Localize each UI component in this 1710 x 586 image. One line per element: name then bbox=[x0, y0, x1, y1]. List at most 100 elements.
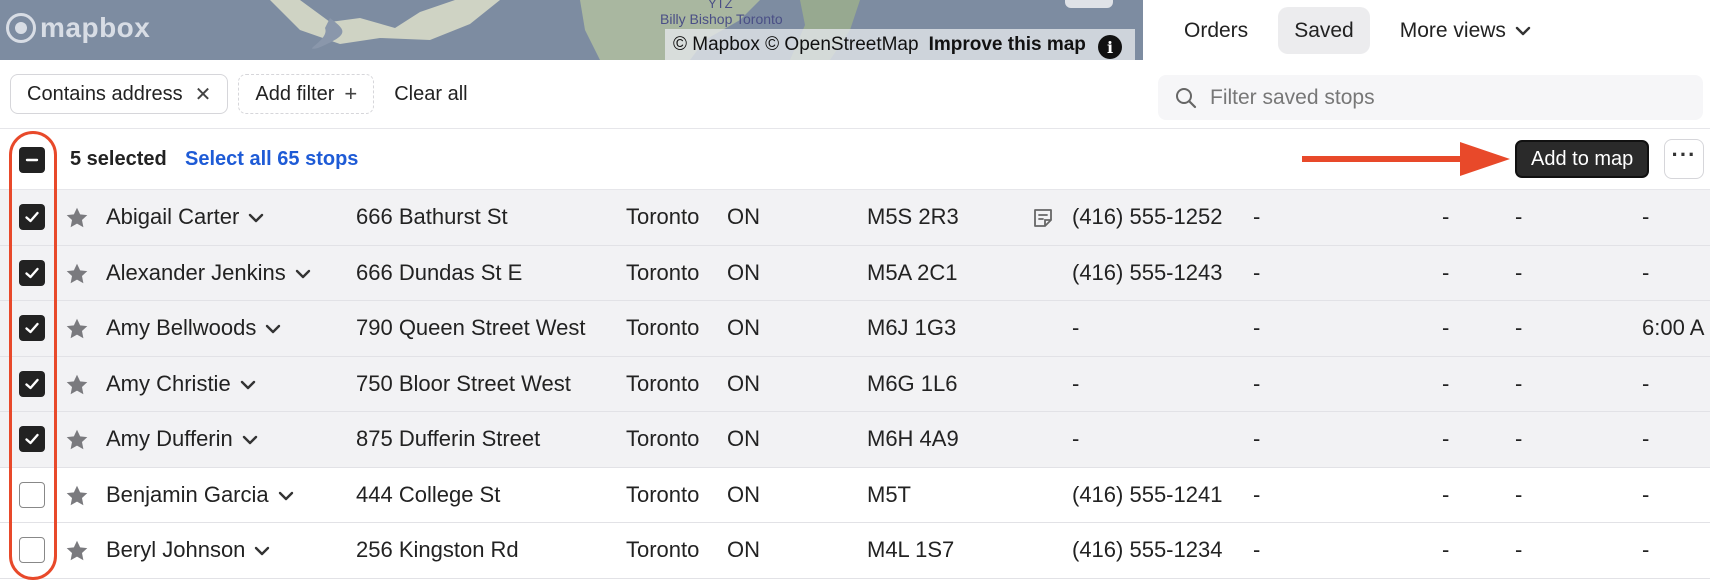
row-checkbox[interactable] bbox=[19, 537, 45, 563]
check-icon bbox=[25, 211, 39, 223]
close-icon[interactable]: ✕ bbox=[195, 82, 212, 107]
postal-code-cell: M5A 2C1 bbox=[867, 259, 958, 285]
table-row[interactable]: Alexander Jenkins 666 Dundas St E Toronto O… bbox=[0, 245, 1710, 301]
chevron-down-icon[interactable] bbox=[239, 371, 257, 397]
province-cell: ON bbox=[727, 370, 760, 396]
row-checkbox[interactable] bbox=[19, 481, 45, 508]
chevron-down-icon[interactable] bbox=[264, 315, 282, 341]
table-row[interactable]: Amy Christie 750 Bloor Street West Toronto… bbox=[0, 356, 1710, 412]
column-cell: - bbox=[1515, 259, 1523, 285]
chevron-down-icon[interactable] bbox=[253, 537, 271, 563]
row-checkbox[interactable] bbox=[19, 315, 45, 341]
table-row[interactable]: Benjamin Garcia 444 College St Toronto ON M5… bbox=[0, 468, 1710, 523]
city-cell: Toronto bbox=[626, 259, 700, 285]
star-icon[interactable] bbox=[64, 261, 90, 287]
column-cell: - bbox=[1515, 537, 1523, 562]
chevron-down-icon[interactable] bbox=[241, 426, 259, 452]
phone-cell: - bbox=[1072, 426, 1080, 451]
star-icon[interactable] bbox=[64, 372, 90, 398]
search-icon bbox=[1176, 87, 1197, 108]
postal-code-cell: M6J 1G3 bbox=[867, 315, 957, 340]
column-cell: - bbox=[1442, 315, 1450, 340]
column-cell: - bbox=[1442, 481, 1450, 507]
table-row[interactable]: Amy Bellwoods 790 Queen Street West Toront… bbox=[0, 301, 1710, 357]
row-checkbox[interactable] bbox=[19, 370, 45, 397]
stop-name[interactable]: Amy Christie bbox=[106, 371, 257, 397]
stop-name-label: Beryl Johnson bbox=[106, 537, 246, 562]
table-row[interactable]: Amy Dufferin 875 Dufferin Street Toronto ON… bbox=[0, 412, 1710, 468]
address-cell: 750 Bloor Street West bbox=[356, 370, 571, 396]
stop-name[interactable]: Amy Bellwoods bbox=[106, 315, 282, 341]
clear-all-button[interactable]: Clear all bbox=[384, 83, 477, 106]
view-tabs: Orders Saved More views bbox=[1168, 7, 1548, 54]
chevron-down-icon bbox=[1515, 26, 1531, 35]
address-cell: 666 Bathurst St bbox=[356, 204, 508, 229]
stop-name[interactable]: Amy Dufferin bbox=[106, 426, 259, 452]
column-cell: - bbox=[1253, 537, 1261, 562]
minus-icon bbox=[25, 158, 39, 162]
table-row[interactable]: Beryl Johnson 256 Kingston Rd Toronto ON M4L… bbox=[0, 523, 1710, 579]
filter-chip-contains-address[interactable]: Contains address ✕ bbox=[10, 74, 229, 114]
attribution-improve-link[interactable]: Improve this map bbox=[929, 34, 1086, 56]
attribution-osm[interactable]: © OpenStreetMap bbox=[765, 34, 918, 56]
stop-name-label: Alexander Jenkins bbox=[106, 259, 286, 285]
search-input[interactable] bbox=[1210, 85, 1690, 110]
table-row[interactable]: Abigail Carter 666 Bathurst St Toronto ON M5… bbox=[0, 190, 1710, 246]
phone-cell: - bbox=[1072, 315, 1080, 340]
select-all-checkbox[interactable] bbox=[19, 147, 45, 173]
stops-table: Abigail Carter 666 Bathurst St Toronto ON M5… bbox=[0, 190, 1710, 579]
tab-orders[interactable]: Orders bbox=[1168, 7, 1264, 54]
column-cell: - bbox=[1515, 426, 1523, 451]
row-checkbox[interactable] bbox=[19, 259, 45, 286]
phone-cell: (416) 555-1252 bbox=[1072, 204, 1223, 229]
plus-icon: + bbox=[344, 81, 358, 106]
map-place-label: Billy Bishop Toronto bbox=[660, 11, 783, 27]
annotation-arrow bbox=[1302, 142, 1510, 176]
add-to-map-button[interactable]: Add to map bbox=[1515, 140, 1650, 178]
city-cell: Toronto bbox=[626, 426, 700, 451]
map-zoom-control[interactable] bbox=[1065, 0, 1113, 8]
postal-code-cell: M6H 4A9 bbox=[867, 426, 959, 451]
province-cell: ON bbox=[727, 204, 760, 229]
select-all-link[interactable]: Select all 65 stops bbox=[185, 148, 358, 171]
address-cell: 444 College St bbox=[356, 481, 501, 507]
note-icon[interactable] bbox=[1031, 206, 1055, 230]
mapbox-logo: mapbox bbox=[6, 12, 150, 44]
more-options-button[interactable]: ··· bbox=[1664, 139, 1704, 179]
postal-code-cell: M5T bbox=[867, 481, 911, 507]
star-icon[interactable] bbox=[64, 538, 90, 564]
star-icon[interactable] bbox=[64, 316, 90, 342]
phone-cell: (416) 555-1234 bbox=[1072, 537, 1223, 562]
city-cell: Toronto bbox=[626, 537, 700, 562]
attribution-mapbox[interactable]: © Mapbox bbox=[673, 34, 760, 56]
address-cell: 666 Dundas St E bbox=[356, 259, 523, 285]
column-cell: - bbox=[1515, 370, 1523, 396]
stop-name-label: Amy Dufferin bbox=[106, 426, 233, 451]
tab-more-views[interactable]: More views bbox=[1384, 7, 1548, 54]
province-cell: ON bbox=[727, 315, 760, 340]
row-checkbox[interactable] bbox=[19, 426, 45, 452]
stop-name[interactable]: Benjamin Garcia bbox=[106, 482, 295, 508]
city-cell: Toronto bbox=[626, 481, 700, 507]
add-filter-button[interactable]: Add filter + bbox=[238, 74, 375, 114]
stop-name-label: Amy Christie bbox=[106, 370, 231, 396]
check-icon bbox=[25, 433, 39, 445]
chevron-down-icon[interactable] bbox=[277, 482, 295, 508]
chevron-down-icon[interactable] bbox=[294, 260, 312, 286]
column-cell: - bbox=[1442, 537, 1450, 562]
column-cell: - bbox=[1253, 481, 1261, 507]
province-cell: ON bbox=[727, 426, 760, 451]
star-icon[interactable] bbox=[64, 427, 90, 453]
stop-name[interactable]: Abigail Carter bbox=[106, 204, 265, 230]
check-icon bbox=[25, 267, 39, 278]
tab-saved[interactable]: Saved bbox=[1278, 7, 1370, 54]
star-icon[interactable] bbox=[64, 483, 90, 509]
map-view[interactable]: mapbox YTZ Billy Bishop Toronto © Mapbox… bbox=[0, 0, 1143, 60]
stop-name[interactable]: Beryl Johnson bbox=[106, 537, 271, 563]
star-icon[interactable] bbox=[64, 205, 90, 231]
row-checkbox[interactable] bbox=[19, 204, 45, 230]
chevron-down-icon[interactable] bbox=[247, 204, 265, 230]
info-icon[interactable]: i bbox=[1098, 35, 1122, 59]
postal-code-cell: M6G 1L6 bbox=[867, 370, 958, 396]
stop-name[interactable]: Alexander Jenkins bbox=[106, 260, 312, 286]
